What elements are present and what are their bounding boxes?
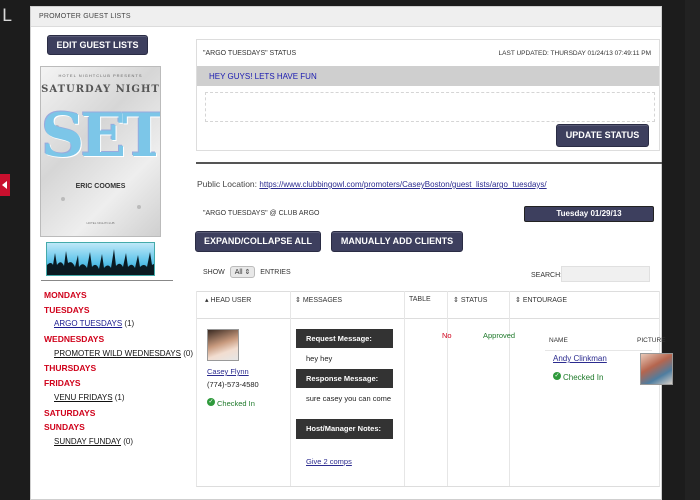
guest-list-panel: PROMOTER GUEST LISTS EDIT GUEST LISTS HO… xyxy=(30,6,673,500)
response-message-text: sure casey you can come xyxy=(306,394,392,403)
show-label: SHOW xyxy=(203,269,225,276)
status-title: "ARGO TUESDAYS" STATUS xyxy=(203,50,297,57)
list-count: (1) xyxy=(114,392,125,402)
column-divider xyxy=(290,291,291,486)
entries-select[interactable]: All ⇕ xyxy=(229,266,256,278)
column-messages[interactable]: ⇕ MESSAGES xyxy=(295,296,342,304)
manually-add-clients-button[interactable]: MANUALLY ADD CLIENTS xyxy=(331,231,463,252)
column-head-user[interactable]: ▴ HEAD USER xyxy=(205,296,251,304)
head-user-name[interactable]: Casey Flynn xyxy=(207,367,249,376)
list-item: PROMOTER WILD WEDNESDAYS (0) xyxy=(44,348,194,363)
avatar xyxy=(207,329,239,361)
column-divider xyxy=(404,291,405,486)
event-poster: HOTEL NIGHTCLUB PRESENTS SATURDAY NIGHT … xyxy=(40,66,161,237)
list-item: SUNDAY FUNDAY (0) xyxy=(44,436,194,451)
day-sundays[interactable]: SUNDAYS xyxy=(44,421,194,436)
public-location-link[interactable]: https://www.clubbingowl.com/promoters/Ca… xyxy=(259,180,546,189)
day-mondays[interactable]: MONDAYS xyxy=(44,289,194,304)
entourage-name[interactable]: Andy Clinkman xyxy=(553,354,607,363)
poster-set: SET xyxy=(41,101,161,171)
day-list: MONDAYS TUESDAYS ARGO TUESDAYS (1) WEDNE… xyxy=(44,289,194,451)
crowd-banner-image xyxy=(46,242,155,276)
select-arrows-icon: ⇕ xyxy=(244,269,251,276)
table-header: ▴ HEAD USER ⇕ MESSAGES TABLE ⇕ STATUS ⇕ … xyxy=(197,291,659,319)
check-circle-icon: ✓ xyxy=(553,371,561,380)
collapse-sidebar-tab[interactable] xyxy=(0,174,10,196)
list-count: (1) xyxy=(124,319,135,329)
event-date[interactable]: Tuesday 01/29/13 xyxy=(524,206,654,222)
check-circle-icon: ✓ xyxy=(207,397,215,406)
entourage-picture-header: PICTURE xyxy=(637,337,666,344)
entries-label: ENTRIES xyxy=(260,269,291,276)
response-message-label: Response Message: xyxy=(296,369,393,388)
sort-icon: ⇕ xyxy=(453,297,461,304)
entourage-checked-in: ✓ Checked In xyxy=(553,371,604,382)
request-message-text: hey hey xyxy=(306,354,333,363)
list-count: (0) xyxy=(183,348,193,358)
entourage-name-header: NAME xyxy=(549,337,568,344)
search-input[interactable] xyxy=(561,266,650,282)
event-club-line: "ARGO TUESDAYS" @ CLUB ARGO xyxy=(203,210,320,217)
guest-list-link-sunday-funday[interactable]: SUNDAY FUNDAY xyxy=(54,437,121,446)
day-saturdays[interactable]: SATURDAYS xyxy=(44,407,194,422)
last-updated: LAST UPDATED: THURSDAY 01/24/13 07:49:11… xyxy=(498,50,651,57)
entourage-picture xyxy=(640,353,673,385)
day-tuesdays[interactable]: TUESDAYS xyxy=(44,304,194,319)
table-value: No xyxy=(442,331,452,340)
expand-collapse-all-button[interactable]: EXPAND/COLLAPSE ALL xyxy=(195,231,321,252)
status-message: HEY GUYS! LETS HAVE FUN xyxy=(197,66,659,86)
crowd-silhouette-icon xyxy=(47,249,154,275)
entourage-subheader: NAME PICTURE xyxy=(545,329,666,351)
list-item: VENU FRIDAYS (1) xyxy=(44,392,194,407)
sort-icon: ⇕ xyxy=(295,297,303,304)
poster-footer: HOTEL NIGHTCLUB xyxy=(86,221,115,225)
host-notes-label: Host/Manager Notes: xyxy=(296,419,393,439)
panel-header: PROMOTER GUEST LISTS xyxy=(31,7,661,27)
day-wednesdays[interactable]: WEDNESDAYS xyxy=(44,333,194,348)
list-count: (0) xyxy=(123,436,133,446)
host-notes-link[interactable]: Give 2 comps xyxy=(306,457,352,466)
request-message-label: Request Message: xyxy=(296,329,393,348)
public-location: Public Location: https://www.clubbingowl… xyxy=(197,179,547,189)
divider xyxy=(41,280,173,281)
day-fridays[interactable]: FRIDAYS xyxy=(44,377,194,392)
poster-presents: HOTEL NIGHTCLUB PRESENTS xyxy=(58,73,143,78)
show-entries: SHOW All ⇕ ENTRIES xyxy=(203,266,291,278)
status-box: "ARGO TUESDAYS" STATUS LAST UPDATED: THU… xyxy=(196,39,660,151)
section-divider xyxy=(196,162,662,164)
guest-list-link-promoter-wild-wednesdays[interactable]: PROMOTER WILD WEDNESDAYS xyxy=(54,349,181,358)
guest-list-link-venu-fridays[interactable]: VENU FRIDAYS xyxy=(54,393,113,402)
update-status-button[interactable]: UPDATE STATUS xyxy=(556,124,649,147)
column-entourage[interactable]: ⇕ ENTOURAGE xyxy=(515,296,567,304)
list-item: ARGO TUESDAYS (1) xyxy=(44,318,194,333)
edit-guest-lists-button[interactable]: EDIT GUEST LISTS xyxy=(47,35,148,55)
guest-table: ▴ HEAD USER ⇕ MESSAGES TABLE ⇕ STATUS ⇕ … xyxy=(196,291,673,487)
window-scrollbar[interactable] xyxy=(685,0,700,500)
day-thursdays[interactable]: THURSDAYS xyxy=(44,362,194,377)
sort-icon: ⇕ xyxy=(515,297,523,304)
edge-letter: L xyxy=(2,6,12,26)
status-value: Approved xyxy=(483,331,516,340)
poster-title: SATURDAY NIGHT xyxy=(41,84,160,95)
guest-list-link-argo-tuesdays[interactable]: ARGO TUESDAYS xyxy=(54,319,122,328)
head-user-checked-in: ✓ Checked In xyxy=(207,397,255,408)
column-divider xyxy=(509,291,510,486)
column-status[interactable]: ⇕ STATUS xyxy=(453,296,487,304)
entries-select-value: All xyxy=(234,269,243,276)
status-input[interactable] xyxy=(205,92,655,122)
poster-dj: ERIC COOMES xyxy=(75,183,126,190)
search-label: SEARCH: xyxy=(531,272,563,279)
column-table[interactable]: TABLE xyxy=(409,296,431,303)
column-divider xyxy=(447,291,448,486)
head-user-phone: (774)-573-4580 xyxy=(207,380,259,389)
public-location-label: Public Location: xyxy=(197,179,258,189)
